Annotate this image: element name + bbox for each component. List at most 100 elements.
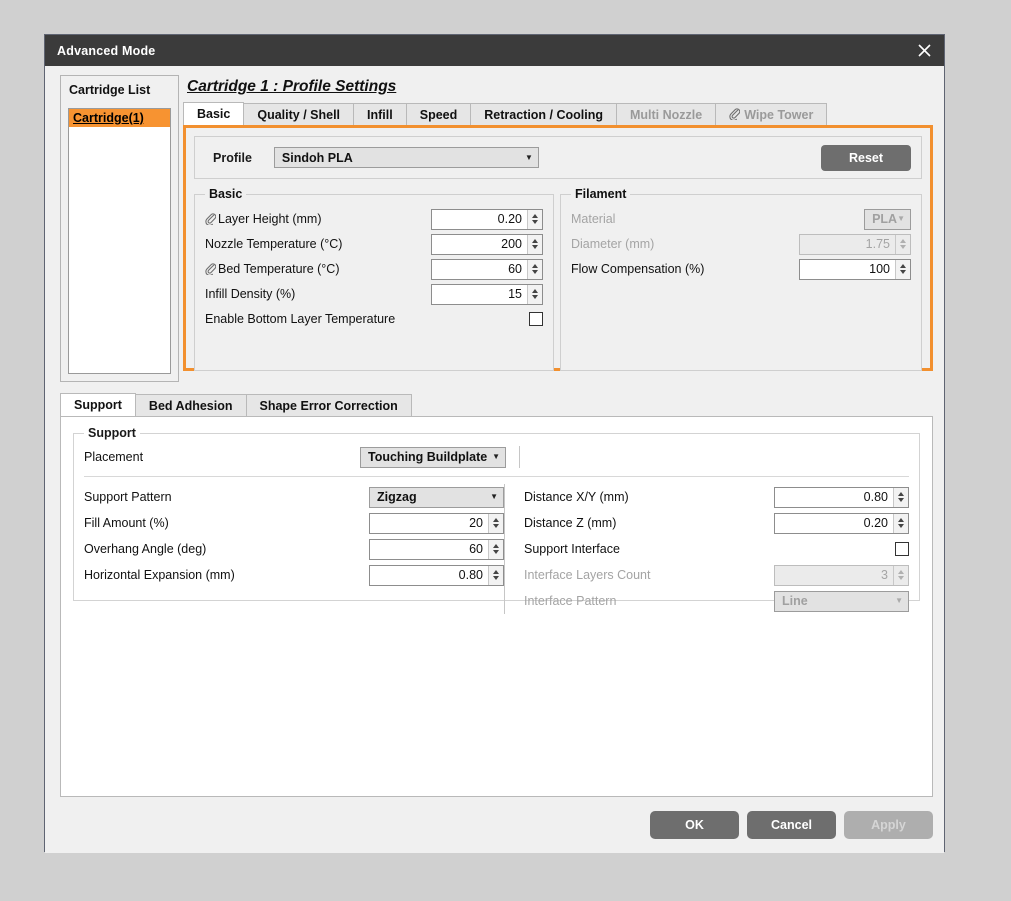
close-icon[interactable] bbox=[904, 35, 944, 66]
spinner-buttons[interactable] bbox=[488, 513, 503, 533]
tab-label: Bed Adhesion bbox=[148, 399, 233, 413]
checkbox[interactable] bbox=[529, 312, 543, 326]
window-title: Advanced Mode bbox=[57, 43, 156, 58]
field-label: Support Interface bbox=[524, 542, 895, 556]
form-row: Horizontal Expansion (mm) 0.80 bbox=[84, 562, 504, 588]
tab-label: Infill bbox=[367, 108, 393, 122]
field-label-text: Distance X/Y (mm) bbox=[524, 490, 629, 504]
field-label-text: Nozzle Temperature (°C) bbox=[205, 237, 343, 251]
field-label: Distance Z (mm) bbox=[524, 516, 774, 530]
form-row: Distance X/Y (mm) 0.80 bbox=[524, 484, 909, 510]
field-label: Interface Pattern bbox=[524, 594, 774, 608]
profile-tabbar: Basic Quality / Shell Infill Speed Retractio… bbox=[183, 102, 933, 125]
field-label-text: Interface Layers Count bbox=[524, 568, 651, 582]
dialog-footer: OK Cancel Apply bbox=[45, 808, 933, 842]
field-label-text: Horizontal Expansion (mm) bbox=[84, 568, 235, 582]
number-input-value: 0.80 bbox=[458, 568, 483, 582]
tab-retraction-cooling[interactable]: Retraction / Cooling bbox=[470, 103, 617, 125]
form-row: Layer Height (mm) 0.20 bbox=[205, 207, 543, 231]
number-input[interactable]: 60 bbox=[431, 258, 543, 280]
tab-shape-error-correction[interactable]: Shape Error Correction bbox=[245, 394, 412, 416]
tab-basic[interactable]: Basic bbox=[183, 102, 245, 125]
field-label: Bed Temperature (°C) bbox=[205, 262, 431, 276]
spinner-buttons[interactable] bbox=[527, 284, 542, 304]
list-item[interactable]: Cartridge(1) bbox=[69, 109, 170, 127]
cancel-button[interactable]: Cancel bbox=[747, 811, 836, 839]
lower-tabbar: Support Bed Adhesion Shape Error Correctio… bbox=[60, 393, 933, 416]
ok-button[interactable]: OK bbox=[650, 811, 739, 839]
field-label-text: Support Pattern bbox=[84, 490, 172, 504]
tab-support[interactable]: Support bbox=[60, 393, 136, 416]
number-input[interactable]: 200 bbox=[431, 233, 543, 255]
divider bbox=[519, 446, 520, 468]
number-input[interactable]: 20 bbox=[369, 512, 504, 534]
field-label: Layer Height (mm) bbox=[205, 212, 431, 226]
spinner-buttons[interactable] bbox=[527, 234, 542, 254]
field-label: Horizontal Expansion (mm) bbox=[84, 568, 369, 582]
field-label: Overhang Angle (deg) bbox=[84, 542, 369, 556]
spinner-buttons[interactable] bbox=[527, 209, 542, 229]
tab-label: Retraction / Cooling bbox=[484, 108, 603, 122]
tab-label: Multi Nozzle bbox=[630, 108, 703, 122]
spinner-buttons[interactable] bbox=[893, 487, 908, 507]
checkbox[interactable] bbox=[895, 542, 909, 556]
spinner-buttons[interactable] bbox=[527, 259, 542, 279]
form-row: Support Interface bbox=[524, 536, 909, 562]
lower-section: Support Bed Adhesion Shape Error Correctio… bbox=[60, 393, 933, 797]
number-input-value: 3 bbox=[881, 568, 888, 582]
field-label: Diameter (mm) bbox=[571, 237, 799, 251]
tab-quality-shell[interactable]: Quality / Shell bbox=[243, 103, 355, 125]
tab-infill[interactable]: Infill bbox=[353, 103, 407, 125]
field-label-text: Enable Bottom Layer Temperature bbox=[205, 312, 396, 326]
tab-wipe-tower: Wipe Tower bbox=[715, 103, 828, 125]
field-label-text: Bed Temperature (°C) bbox=[218, 262, 340, 276]
tab-label: Wipe Tower bbox=[744, 108, 814, 122]
spinner-buttons[interactable] bbox=[488, 539, 503, 559]
field-label-text: Interface Pattern bbox=[524, 594, 617, 608]
tab-speed[interactable]: Speed bbox=[405, 103, 472, 125]
cartridge-listbox[interactable]: Cartridge(1) bbox=[68, 108, 171, 374]
paperclip-icon bbox=[729, 108, 741, 121]
number-input[interactable]: 0.20 bbox=[431, 208, 543, 230]
form-row: Interface Layers Count 3 bbox=[524, 562, 909, 588]
select[interactable]: Zigzag ▼ bbox=[369, 486, 504, 508]
title-bar: Advanced Mode bbox=[45, 35, 944, 66]
select-value: Line bbox=[782, 594, 808, 608]
profile-select[interactable]: Sindoh PLA ▼ bbox=[273, 147, 539, 168]
number-input[interactable]: 100 bbox=[799, 258, 911, 280]
reset-button[interactable]: Reset bbox=[821, 145, 911, 171]
form-row: Overhang Angle (deg) 60 bbox=[84, 536, 504, 562]
divider bbox=[84, 476, 909, 477]
form-row: Material PLA ▼ bbox=[571, 207, 911, 231]
profile-select-value: Sindoh PLA bbox=[281, 150, 353, 165]
cartridge-list-panel: Cartridge List Cartridge(1) bbox=[60, 75, 179, 382]
spinner-buttons bbox=[895, 234, 910, 254]
tab-label: Quality / Shell bbox=[257, 108, 341, 122]
number-input[interactable]: 60 bbox=[369, 538, 504, 560]
chevron-down-icon: ▼ bbox=[895, 596, 903, 605]
support-right-column: Distance X/Y (mm) 0.80 Distance Z (mm) 0.20… bbox=[504, 484, 909, 614]
number-input-value: 100 bbox=[869, 262, 890, 276]
number-input[interactable]: 0.20 bbox=[774, 512, 909, 534]
spinner-buttons[interactable] bbox=[488, 565, 503, 585]
number-input[interactable]: 0.80 bbox=[774, 486, 909, 508]
field-label-text: Layer Height (mm) bbox=[218, 212, 322, 226]
placement-select[interactable]: Touching Buildplate ▼ bbox=[360, 446, 506, 468]
tab-label: Support bbox=[74, 398, 122, 412]
number-input[interactable]: 0.80 bbox=[369, 564, 504, 586]
form-row: Distance Z (mm) 0.20 bbox=[524, 510, 909, 536]
spinner-buttons[interactable] bbox=[893, 513, 908, 533]
advanced-mode-dialog: Advanced Mode Cartridge List Cartridge(1… bbox=[44, 34, 945, 853]
spinner-buttons[interactable] bbox=[895, 259, 910, 279]
page-title: Cartridge 1 : Profile Settings bbox=[187, 78, 397, 95]
tab-bed-adhesion[interactable]: Bed Adhesion bbox=[134, 394, 247, 416]
field-label-text: Material bbox=[571, 212, 616, 226]
number-input-value: 15 bbox=[508, 287, 522, 301]
chevron-down-icon: ▼ bbox=[897, 214, 905, 223]
number-input[interactable]: 15 bbox=[431, 283, 543, 305]
support-group-legend: Support bbox=[88, 426, 136, 440]
number-input-value: 0.80 bbox=[863, 490, 888, 504]
form-row: Enable Bottom Layer Temperature bbox=[205, 307, 543, 331]
field-label-text: Fill Amount (%) bbox=[84, 516, 169, 530]
field-label: Flow Compensation (%) bbox=[571, 262, 799, 276]
